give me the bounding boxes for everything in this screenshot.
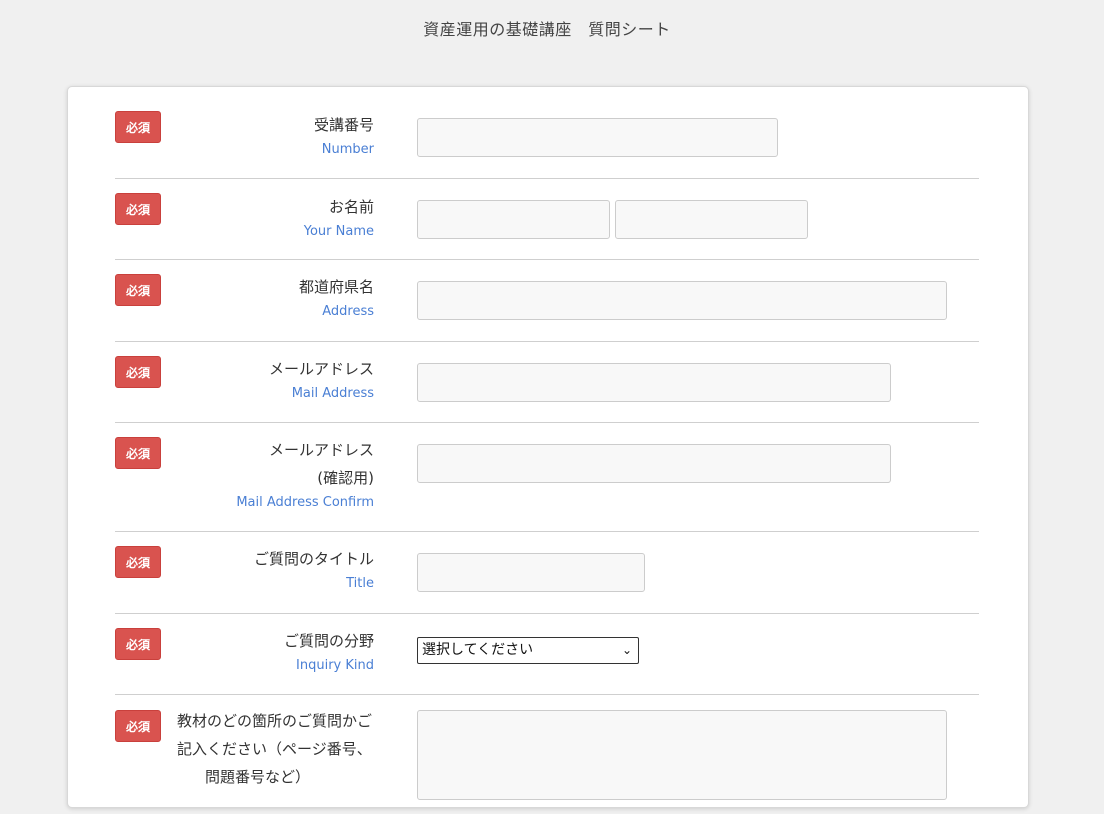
inquiry-kind-select[interactable]: 選択してください ⌄: [417, 637, 639, 664]
form-row-inquiry-kind: 必須 ご質問の分野 Inquiry Kind 選択してください ⌄: [115, 613, 979, 695]
prefecture-input[interactable]: [417, 281, 947, 320]
label-jp: 受講番号: [313, 116, 374, 134]
required-badge: 必須: [115, 111, 161, 143]
form-row-address: 必須 都道府県名 Address: [115, 259, 979, 342]
label-jp: お名前: [328, 198, 374, 216]
field-label-mail: メールアドレス Mail Address: [269, 355, 374, 405]
form-row-title: 必須 ご質問のタイトル Title: [115, 531, 979, 614]
field-label-address: 都道府県名 Address: [299, 273, 374, 323]
page-title: 資産運用の基礎講座 質問シート: [423, 20, 671, 39]
field-label-name: お名前 Your Name: [304, 193, 374, 243]
required-badge: 必須: [115, 628, 161, 660]
mail-confirm-input[interactable]: [417, 444, 891, 483]
number-input[interactable]: [417, 118, 778, 157]
label-jp: ご質問のタイトル: [253, 550, 374, 568]
question-form-card: 必須 受講番号 Number 必須 お名前 Your Name 必須 都道府県名…: [67, 86, 1029, 808]
required-badge: 必須: [115, 193, 161, 225]
label-en: Your Name: [303, 224, 374, 239]
form-row-number: 必須 受講番号 Number: [115, 87, 979, 179]
label-en: Title: [346, 576, 374, 591]
label-en: Mail Address Confirm: [236, 495, 374, 510]
location-textarea[interactable]: [417, 710, 947, 800]
field-label-number: 受講番号 Number: [314, 111, 374, 161]
field-label-mail-confirm: メールアドレス (確認用) Mail Address Confirm: [236, 436, 374, 514]
field-label-location: 教材のどの箇所のご質問かご 記入ください（ページ番号、 問題番号など）: [177, 707, 377, 791]
form-row-location: 必須 教材のどの箇所のご質問かご 記入ください（ページ番号、 問題番号など）: [115, 694, 979, 814]
field-label-inquiry-kind: ご質問の分野 Inquiry Kind: [284, 627, 374, 677]
question-title-input[interactable]: [417, 553, 645, 592]
label-en: Mail Address: [291, 386, 374, 401]
form-row-mail-confirm: 必須 メールアドレス (確認用) Mail Address Confirm: [115, 422, 979, 532]
required-badge: 必須: [115, 437, 161, 469]
label-jp-line2: 記入ください（ページ番号、: [177, 740, 372, 758]
label-jp-line2: (確認用): [317, 469, 374, 487]
select-value: 選択してください: [422, 642, 534, 658]
label-jp: メールアドレス: [268, 360, 374, 378]
label-en: Number: [321, 142, 374, 157]
label-en: Inquiry Kind: [296, 658, 374, 673]
mail-address-input[interactable]: [417, 363, 891, 402]
last-name-input[interactable]: [417, 200, 610, 239]
label-jp: ご質問の分野: [283, 632, 374, 650]
form-row-mail: 必須 メールアドレス Mail Address: [115, 341, 979, 423]
required-badge: 必須: [115, 546, 161, 578]
required-badge: 必須: [115, 356, 161, 388]
label-en: Address: [322, 304, 374, 319]
required-badge: 必須: [115, 710, 161, 742]
label-jp-line3: 問題番号など）: [205, 768, 311, 786]
form-row-name: 必須 お名前 Your Name: [115, 178, 979, 260]
label-jp: メールアドレス: [268, 441, 374, 459]
chevron-down-icon: ⌄: [621, 643, 632, 657]
required-badge: 必須: [115, 274, 161, 306]
first-name-input[interactable]: [615, 200, 808, 239]
field-label-title: ご質問のタイトル Title: [254, 545, 374, 595]
label-jp: 教材のどの箇所のご質問かご: [177, 712, 373, 730]
label-jp: 都道府県名: [298, 278, 374, 296]
